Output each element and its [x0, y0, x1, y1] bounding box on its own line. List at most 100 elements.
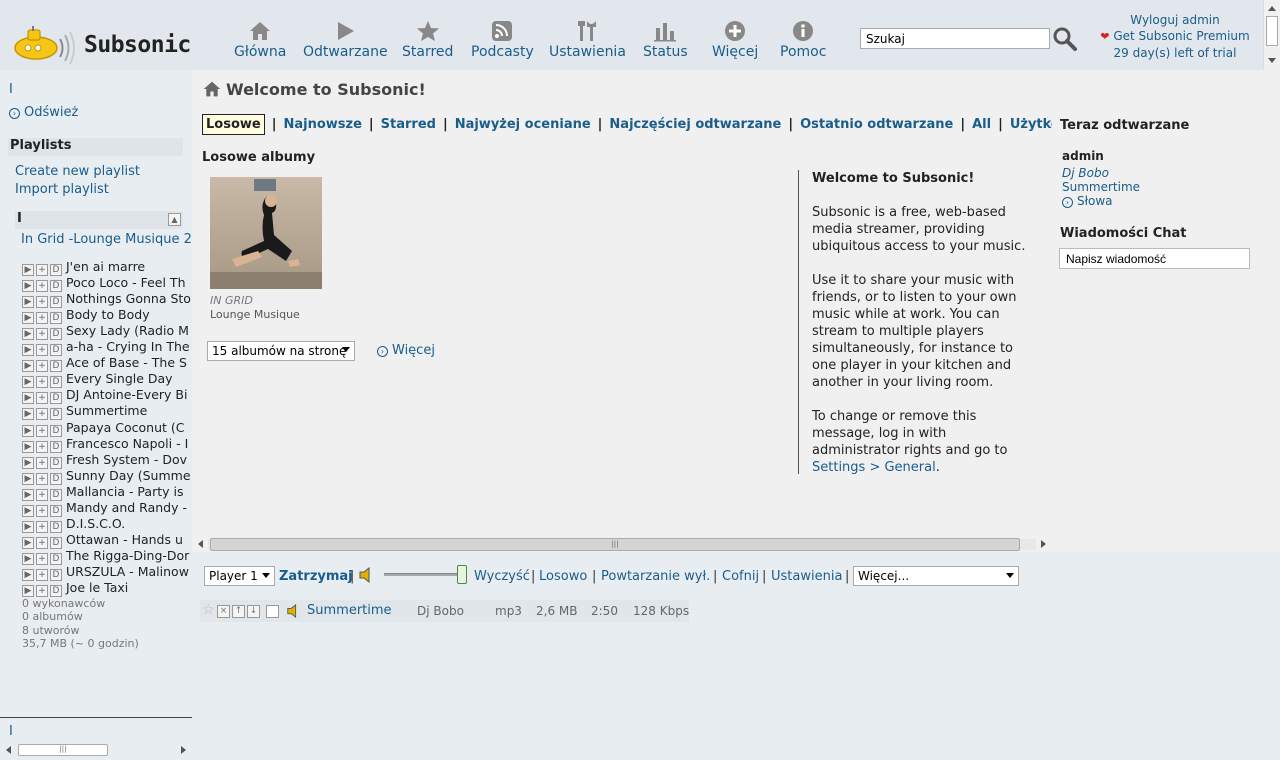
list-item[interactable]: ▶ + D Mandy and Randy - — [22, 500, 187, 517]
volume-handle[interactable] — [457, 565, 467, 584]
speaker-icon[interactable] — [358, 567, 374, 583]
stop-button[interactable]: Zatrzymaj — [279, 569, 353, 584]
scroll-down-arrow-icon[interactable] — [1268, 58, 1276, 63]
player-select[interactable]: Player 1 — [204, 566, 275, 586]
list-item[interactable]: ▶ + D Mallancia - Party is — [22, 484, 183, 501]
album-link[interactable]: In Grid -Lounge Musique 20 — [21, 232, 192, 247]
undo-button[interactable]: Cofnij — [722, 569, 759, 584]
track-name[interactable]: Ace of Base - The S — [66, 355, 187, 370]
download-icon[interactable]: D — [50, 585, 62, 597]
play-icon[interactable]: ▶ — [22, 585, 34, 597]
album-cover-image[interactable] — [210, 177, 322, 289]
tab-starred[interactable]: Starred — [381, 117, 436, 132]
move-down-icon[interactable]: ↓ — [247, 605, 260, 618]
track-name[interactable]: a-ha - Crying In The — [66, 339, 190, 354]
shuffle-button[interactable]: Losowo — [539, 569, 587, 584]
list-item[interactable]: ▶ + D URSZULA - Malinow — [22, 564, 189, 581]
track-name[interactable]: The Rigga-Ding-Dor — [66, 548, 189, 563]
collapse-up-icon[interactable]: ▲ — [168, 213, 181, 226]
player-settings-button[interactable]: Ustawienia — [771, 569, 842, 584]
list-item[interactable]: ▶ + D Ottawan - Hands u — [22, 532, 183, 549]
track-name[interactable]: Summertime — [66, 403, 147, 418]
star-icon[interactable]: ☆ — [202, 602, 215, 618]
tab-all[interactable]: All — [972, 117, 991, 132]
playlist-song-title[interactable]: Summertime — [307, 603, 392, 618]
remove-icon[interactable]: × — [217, 605, 230, 618]
scroll-left-arrow-icon[interactable] — [198, 540, 203, 548]
nav-podcasts[interactable]: Podcasty — [471, 20, 534, 60]
track-name[interactable]: Body to Body — [66, 307, 150, 322]
tab-highest-rated[interactable]: Najwyżej oceniane — [455, 117, 591, 132]
tab-random[interactable]: Losowe — [202, 114, 265, 135]
nav-help[interactable]: Pomoc — [780, 20, 826, 60]
left-hscrollbar[interactable]: ||| — [4, 743, 188, 757]
tab-recently-played[interactable]: Ostatnio odtwarzane — [800, 117, 953, 132]
list-item[interactable]: ▶ + D Poco Loco - Feel Th — [22, 275, 186, 293]
playlist-row[interactable]: ☆ × ↑ ↓ Summertime Dj Bobo mp3 2,6 MB 2:… — [200, 600, 689, 622]
scroll-thumb[interactable]: ||| — [210, 538, 1020, 551]
track-name[interactable]: Papaya Coconut (C — [66, 420, 184, 435]
volume-track[interactable] — [384, 573, 462, 576]
list-item[interactable]: ▶ + D Sexy Lady (Radio M — [22, 323, 189, 341]
main-hscrollbar[interactable]: ||| — [196, 536, 1048, 552]
nav-more[interactable]: Więcej — [712, 20, 758, 60]
list-item[interactable]: ▶ + D Nothings Gonna Sto — [22, 291, 191, 309]
tab-newest[interactable]: Najnowsze — [283, 117, 361, 132]
select-checkbox[interactable] — [266, 605, 279, 618]
volume-slider[interactable] — [384, 565, 468, 585]
scroll-thumb[interactable]: ||| — [18, 744, 108, 756]
tab-users[interactable]: Użytkownicy — [1010, 117, 1052, 132]
track-name[interactable]: Mandy and Randy - — [66, 500, 187, 515]
now-playing-artist[interactable]: Dj Bobo — [1062, 166, 1109, 180]
nav-home[interactable]: Główna — [234, 20, 286, 60]
list-item[interactable]: ▶ + D D.I.S.C.O. — [22, 516, 125, 533]
track-name[interactable]: Fresh System - Dov — [66, 452, 187, 467]
list-item[interactable]: ▶ + D Sunny Day (Summe — [22, 468, 191, 485]
nav-starred[interactable]: Starred — [402, 20, 453, 60]
scroll-thumb[interactable] — [1266, 16, 1278, 46]
track-name[interactable]: D.I.S.C.O. — [66, 516, 125, 531]
create-playlist-link[interactable]: Create new playlist — [15, 164, 140, 179]
index-letter-top[interactable]: I — [9, 82, 13, 97]
list-item[interactable]: ▶ + D Every Single Day — [22, 371, 173, 389]
track-name[interactable]: Francesco Napoli - I — [66, 436, 188, 451]
lyrics-link[interactable]: › Słowa — [1062, 194, 1113, 208]
list-item[interactable]: ▶ + D Joe le Taxi — [22, 580, 128, 597]
move-up-icon[interactable]: ↑ — [232, 605, 245, 618]
list-item[interactable]: ▶ + D The Rigga-Ding-Dor — [22, 548, 189, 565]
list-item[interactable]: ▶ + D J'en ai marre — [22, 259, 145, 276]
premium-link[interactable]: Get Subsonic Premium — [1113, 29, 1249, 43]
track-name[interactable]: J'en ai marre — [66, 259, 145, 274]
tab-most-played[interactable]: Najczęściej odtwarzane — [609, 117, 781, 132]
track-name[interactable]: Joe le Taxi — [66, 580, 128, 595]
nav-now-playing[interactable]: Odtwarzane — [303, 20, 388, 60]
nav-status[interactable]: Status — [643, 20, 688, 60]
list-item[interactable]: ▶ + D Ace of Base - The S — [22, 355, 187, 373]
scroll-right-arrow-icon[interactable] — [181, 746, 186, 754]
refresh-link[interactable]: › Odśwież — [9, 105, 78, 120]
settings-general-link[interactable]: Settings > General — [812, 460, 936, 475]
more-actions-select[interactable]: Więcej... — [853, 566, 1019, 586]
track-name[interactable]: URSZULA - Malinow — [66, 564, 189, 579]
clear-button[interactable]: Wyczyść — [474, 569, 530, 584]
header-scrollbar[interactable] — [1263, 0, 1280, 70]
list-item[interactable]: ▶ + D Fresh System - Dov — [22, 452, 187, 469]
list-item[interactable]: ▶ + D Francesco Napoli - I — [22, 436, 188, 453]
list-item[interactable]: ▶ + D DJ Antoine-Every Bi — [22, 387, 187, 405]
track-name[interactable]: Ottawan - Hands u — [66, 532, 183, 547]
trial-link[interactable]: 29 day(s) left of trial — [1096, 45, 1254, 61]
repeat-button[interactable]: Powtarzanie wył. — [601, 569, 710, 584]
add-icon[interactable]: + — [36, 585, 48, 597]
list-item[interactable]: ▶ + Da-ha - Crying In The — [22, 339, 190, 357]
track-name[interactable]: Poco Loco - Feel Th — [66, 275, 186, 290]
search-input[interactable] — [860, 28, 1050, 49]
more-albums-link[interactable]: › Więcej — [377, 343, 435, 358]
scroll-up-arrow-icon[interactable] — [1268, 6, 1276, 11]
albums-per-page-select[interactable]: 15 albumów na stronę — [207, 341, 355, 361]
scroll-left-arrow-icon[interactable] — [6, 746, 11, 754]
subsonic-logo[interactable]: Subsonic — [12, 24, 191, 64]
scroll-right-arrow-icon[interactable] — [1041, 540, 1046, 548]
track-name[interactable]: Every Single Day — [66, 371, 173, 386]
list-item[interactable]: ▶ + D Papaya Coconut (C — [22, 420, 184, 437]
track-name[interactable]: Nothings Gonna Sto — [66, 291, 191, 306]
